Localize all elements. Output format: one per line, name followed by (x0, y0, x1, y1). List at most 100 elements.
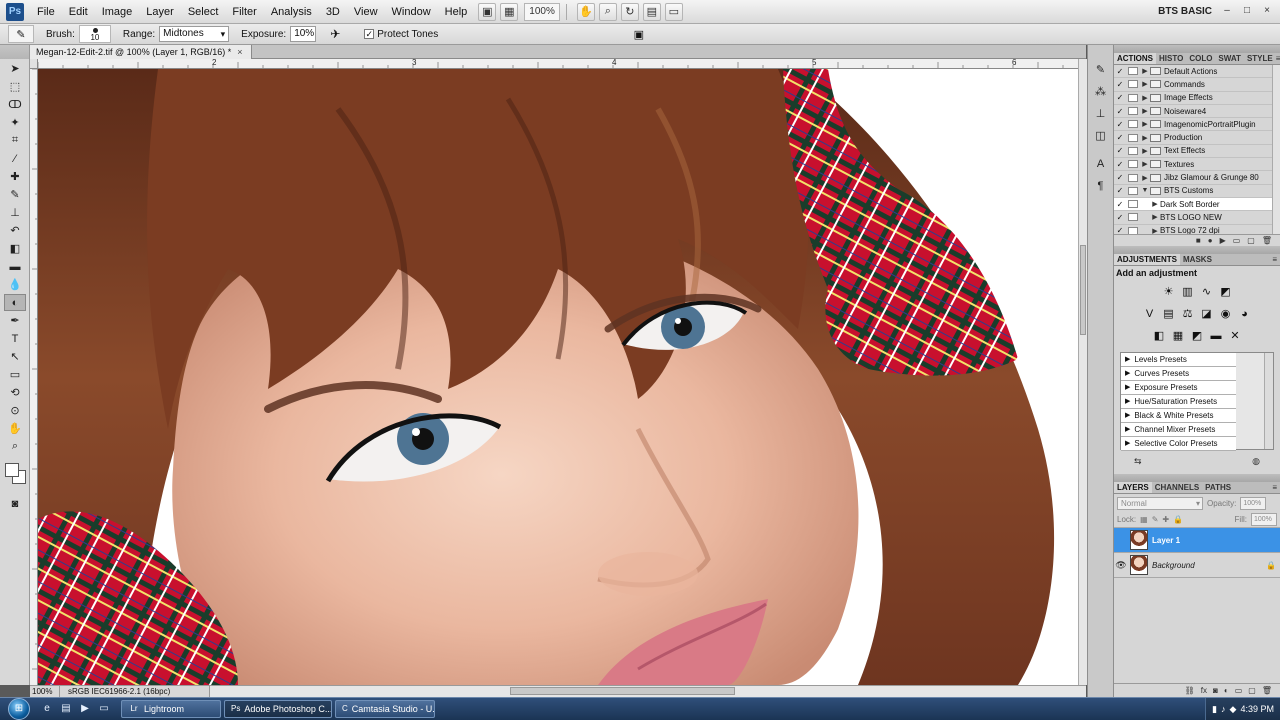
media-player-icon[interactable]: ▶ (78, 702, 92, 716)
launch-bridge-icon[interactable]: ▣ (478, 2, 497, 21)
menu-analysis[interactable]: Analysis (264, 0, 319, 24)
crop-tool-icon[interactable]: ⌗ (4, 132, 26, 149)
dialog-toggle-icon[interactable] (1128, 80, 1138, 89)
expand-triangle-icon[interactable]: ▶ (1150, 227, 1160, 234)
expand-triangle-icon[interactable]: ▶ (1140, 147, 1150, 155)
panel-menu-icon[interactable]: ≡ (1276, 53, 1280, 64)
expand-triangle-icon[interactable]: ▶ (1150, 200, 1160, 208)
action-toggle-checkmark-icon[interactable]: ✓ (1114, 200, 1126, 209)
return-to-list-icon[interactable]: ⇆ (1134, 456, 1142, 470)
action-toggle-checkmark-icon[interactable]: ✓ (1114, 213, 1126, 222)
quick-mask-icon[interactable]: ◙ (4, 495, 26, 512)
new-layer-icon[interactable]: ▢ (1248, 684, 1256, 697)
action-toggle-checkmark-icon[interactable]: ✓ (1114, 120, 1126, 129)
color-balance-icon[interactable]: ⚖ (1180, 306, 1196, 322)
navigator-icon[interactable]: ◫ (1091, 127, 1111, 145)
menu-view[interactable]: View (347, 0, 385, 24)
blur-tool-icon[interactable]: 💧 (4, 276, 26, 293)
action-toggle-checkmark-icon[interactable]: ✓ (1114, 133, 1126, 142)
path-selection-tool-icon[interactable]: ↖ (4, 348, 26, 365)
document-tab[interactable]: Megan-12-Edit-2.tif @ 100% (Layer 1, RGB… (30, 45, 252, 59)
dialog-toggle-icon[interactable] (1128, 120, 1138, 129)
threshold-icon[interactable]: ◩ (1189, 328, 1205, 344)
dialog-toggle-icon[interactable] (1128, 200, 1138, 209)
type-tool-icon[interactable]: T (4, 330, 26, 347)
preset-row[interactable]: ▶ Selective Color Presets (1121, 437, 1236, 451)
protect-tones-checkbox[interactable]: ✓ (364, 29, 375, 39)
panel-grip[interactable] (1114, 474, 1280, 482)
3d-rotate-tool-icon[interactable]: ⟲ (4, 384, 26, 401)
clone-stamp-tool-icon[interactable]: ⊥ (4, 204, 26, 221)
taskbar-button-photoshop[interactable]: Ps Adobe Photoshop C... (224, 700, 332, 718)
3d-orbit-tool-icon[interactable]: ⊙ (4, 402, 26, 419)
photo-filter-icon[interactable]: ◉ (1218, 306, 1234, 322)
action-set-row[interactable]: ✓ ▶ Image Effects (1114, 92, 1280, 105)
tab-history[interactable]: HISTO (1156, 53, 1186, 64)
posterize-icon[interactable]: ▦ (1170, 328, 1186, 344)
rotate-view-icon[interactable]: ↻ (620, 2, 639, 21)
preset-row[interactable]: ▶ Exposure Presets (1121, 381, 1236, 395)
expand-triangle-icon[interactable]: ▶ (1140, 67, 1150, 75)
action-toggle-checkmark-icon[interactable]: ✓ (1114, 226, 1126, 234)
add-mask-icon[interactable]: ◙ (1213, 684, 1218, 697)
preset-row[interactable]: ▶ Channel Mixer Presets (1121, 423, 1236, 437)
status-info[interactable]: sRGB IEC61966-2.1 (16bpc) (60, 686, 210, 697)
expand-triangle-icon[interactable]: ▶ (1125, 395, 1130, 408)
move-tool-icon[interactable]: ➤ (4, 60, 26, 77)
vibrance-icon[interactable]: V (1142, 306, 1158, 322)
layer-style-icon[interactable]: fx (1201, 684, 1207, 697)
hand-tool-icon[interactable]: ✋ (4, 420, 26, 437)
lock-position-icon[interactable]: ✚ (1162, 515, 1169, 524)
stop-icon[interactable]: ■ (1196, 235, 1201, 246)
blend-mode-select[interactable]: Normal (1117, 496, 1203, 510)
tray-app-icon[interactable]: ◆ (1230, 704, 1237, 715)
record-icon[interactable]: ● (1208, 235, 1213, 246)
tab-styles[interactable]: STYLE (1244, 53, 1276, 64)
menu-layer[interactable]: Layer (139, 0, 181, 24)
clone-source-icon[interactable]: ⊥ (1091, 105, 1111, 123)
invert-icon[interactable]: ◧ (1151, 328, 1167, 344)
expand-triangle-icon[interactable]: ▶ (1140, 80, 1150, 88)
zoom-tool-icon[interactable]: ⌕ (598, 2, 617, 21)
document-canvas[interactable] (38, 69, 1078, 685)
tray-network-icon[interactable]: ▮ (1212, 704, 1217, 715)
expand-triangle-icon[interactable]: ▶ (1140, 120, 1150, 128)
zoom-level[interactable]: 100% (524, 2, 560, 21)
close-document-icon[interactable]: × (237, 45, 242, 59)
layer-name[interactable]: Layer 1 (1152, 536, 1280, 545)
dialog-toggle-icon[interactable] (1128, 173, 1138, 182)
panel-grip[interactable] (1114, 45, 1280, 53)
clip-to-layer-icon[interactable]: ◍ (1252, 456, 1260, 470)
channel-mixer-icon[interactable]: ◕ (1237, 306, 1253, 322)
start-button[interactable]: ⊞ (8, 698, 30, 720)
minimize-icon[interactable]: – (1218, 4, 1236, 18)
tab-channels[interactable]: CHANNELS (1152, 482, 1202, 493)
layer-row[interactable]: Layer 1 (1114, 528, 1280, 553)
expand-triangle-icon[interactable]: ▶ (1125, 409, 1130, 422)
lasso-tool-icon[interactable]: ↀ (4, 96, 26, 113)
quick-selection-tool-icon[interactable]: ✦ (4, 114, 26, 131)
tool-presets-icon[interactable]: ✎ (1091, 61, 1111, 79)
action-set-row[interactable]: ✓ ▶ Default Actions (1114, 65, 1280, 79)
tab-color[interactable]: COLO (1186, 53, 1215, 64)
tab-swatches[interactable]: SWAT (1215, 53, 1244, 64)
action-toggle-checkmark-icon[interactable]: ✓ (1114, 67, 1126, 76)
menu-select[interactable]: Select (181, 0, 226, 24)
black-white-icon[interactable]: ◪ (1199, 306, 1215, 322)
action-toggle-checkmark-icon[interactable]: ✓ (1114, 107, 1126, 116)
dialog-toggle-icon[interactable] (1128, 107, 1138, 116)
presets-scrollbar[interactable] (1264, 353, 1273, 449)
range-select[interactable]: Midtones (159, 26, 230, 42)
delete-layer-icon[interactable]: 🗑 (1262, 684, 1272, 697)
action-row[interactable]: ✓ ▶ BTS LOGO NEW (1114, 211, 1280, 225)
layer-thumbnail[interactable] (1130, 530, 1148, 550)
expand-triangle-icon[interactable]: ▶ (1140, 174, 1150, 182)
dialog-toggle-icon[interactable] (1128, 146, 1138, 155)
ruler-origin[interactable] (30, 59, 38, 69)
play-icon[interactable]: ▶ (1220, 235, 1226, 246)
action-toggle-checkmark-icon[interactable]: ✓ (1114, 160, 1126, 169)
clock[interactable]: 4:39 PM (1240, 704, 1274, 714)
expand-triangle-icon[interactable]: ▶ (1125, 437, 1130, 450)
foreground-color-swatch[interactable] (5, 463, 19, 477)
brightness-contrast-icon[interactable]: ☀ (1161, 284, 1177, 300)
